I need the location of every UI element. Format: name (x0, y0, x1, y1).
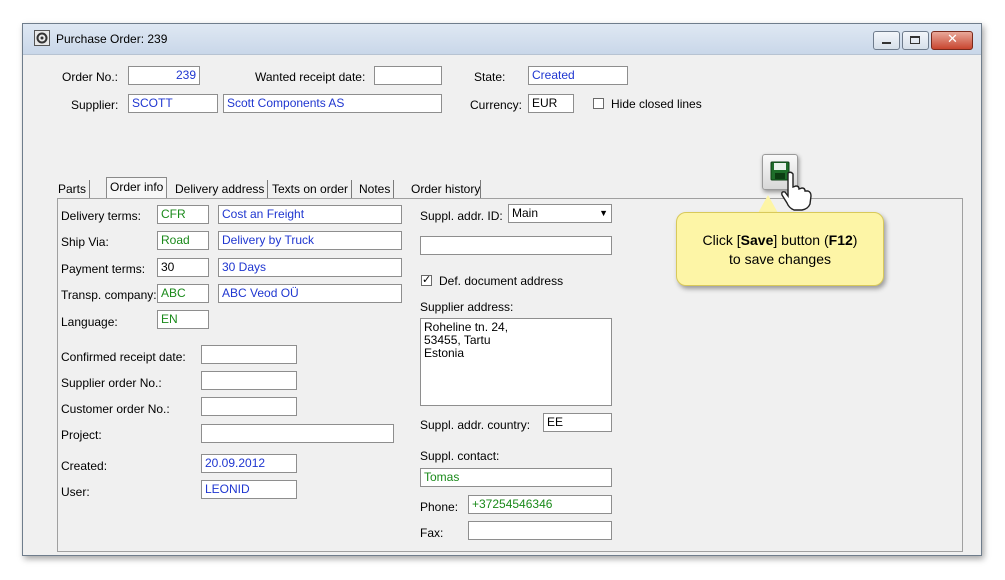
delivery-terms-field[interactable]: Cost an Freight (218, 205, 402, 224)
supplier-code-field[interactable]: SCOTT (128, 94, 218, 113)
supplier-name-field[interactable]: Scott Components AS (223, 94, 442, 113)
tab-notes[interactable]: Notes (356, 180, 395, 198)
wanted-date-field[interactable] (374, 66, 442, 85)
fax-label: Fax: (420, 526, 444, 540)
user-field[interactable]: LEONID (201, 480, 297, 499)
order-no-label: Order No.: (62, 70, 119, 84)
currency-label: Currency: (470, 98, 523, 112)
close-button[interactable]: ✕ (931, 31, 973, 50)
save-tooltip: Click [Save] button (F12) to save change… (676, 212, 884, 286)
payment-terms-code[interactable]: 30 (157, 258, 209, 277)
app-gear-icon (34, 30, 50, 46)
transp-company-code[interactable]: ABC (157, 284, 209, 303)
close-icon: ✕ (947, 32, 958, 47)
supplier-address-label: Supplier address: (420, 300, 514, 314)
form-body: Order No.: 239 Wanted receipt date: Stat… (27, 58, 975, 552)
project-label: Project: (61, 428, 102, 442)
suppl-addr-country-field[interactable]: EE (543, 413, 612, 432)
delivery-terms-label: Delivery terms: (61, 209, 142, 223)
address-line: Estonia (424, 346, 465, 360)
phone-label: Phone: (420, 500, 459, 514)
def-document-address-label: Def. document address (439, 274, 564, 288)
suppl-contact-field[interactable]: Tomas (420, 468, 612, 487)
state-label: State: (474, 70, 506, 84)
window-title: Purchase Order: 239 (56, 32, 168, 46)
hide-closed-label: Hide closed lines (611, 97, 702, 111)
confirmed-date-field[interactable] (201, 345, 297, 364)
tab-delivery-address[interactable]: Delivery address (172, 180, 269, 198)
hand-pointer-icon (781, 171, 812, 211)
tooltip-arrow (758, 195, 778, 213)
tab-order-history[interactable]: Order history (408, 180, 483, 198)
fax-field[interactable] (468, 521, 612, 540)
tab-parts[interactable]: Parts (55, 180, 91, 198)
transp-company-field[interactable]: ABC Veod OÜ (218, 284, 402, 303)
tab-texts-on-order[interactable]: Texts on order (269, 180, 353, 198)
currency-field[interactable]: EUR (528, 94, 574, 113)
supplier-label: Supplier: (71, 98, 119, 112)
ship-via-label: Ship Via: (61, 235, 109, 249)
supplier-order-field[interactable] (201, 371, 297, 390)
wanted-date-label: Wanted receipt date: (255, 70, 366, 84)
tooltip-line-1: Click [Save] button (F12) (702, 232, 858, 248)
transp-company-label: Transp. company: (61, 288, 157, 302)
payment-terms-label: Payment terms: (61, 262, 146, 276)
maximize-button[interactable] (902, 31, 929, 50)
project-field[interactable] (201, 424, 394, 443)
customer-order-label: Customer order No.: (61, 402, 170, 416)
confirmed-date-label: Confirmed receipt date: (61, 350, 186, 364)
suppl-contact-label: Suppl. contact: (420, 449, 500, 463)
suppl-addr-country-label: Suppl. addr. country: (420, 418, 531, 432)
order-no-field[interactable]: 239 (128, 66, 200, 85)
suppl-addr-id-label: Suppl. addr. ID: (420, 209, 503, 223)
minimize-button[interactable] (873, 31, 900, 50)
tooltip-line-2: to save changes (729, 251, 831, 267)
hide-closed-checkbox[interactable] (593, 98, 604, 109)
title-bar: Purchase Order: 239 ✕ (23, 24, 981, 55)
ship-via-field[interactable]: Delivery by Truck (218, 231, 402, 250)
tab-order-info[interactable]: Order info (106, 177, 168, 200)
language-field[interactable]: EN (157, 310, 209, 329)
def-document-address-checkbox[interactable]: ✓ (421, 273, 432, 286)
supplier-address-textarea[interactable]: Roheline tn. 24, 53455, Tartu Estonia (420, 318, 612, 406)
created-field[interactable]: 20.09.2012 (201, 454, 297, 473)
delivery-terms-code[interactable]: CFR (157, 205, 209, 224)
supplier-order-label: Supplier order No.: (61, 376, 162, 390)
user-label: User: (61, 485, 90, 499)
language-label: Language: (61, 315, 118, 329)
suppl-addr-id-value: Main (512, 206, 539, 220)
suppl-addr-extra-field[interactable] (420, 236, 612, 255)
customer-order-field[interactable] (201, 397, 297, 416)
state-field[interactable]: Created (528, 66, 628, 85)
ship-via-code[interactable]: Road (157, 231, 209, 250)
purchase-order-window: Purchase Order: 239 ✕ Order No.: 239 Wan… (22, 23, 982, 556)
tab-divider (480, 180, 481, 198)
checkmark-icon: ✓ (422, 273, 432, 286)
maximize-icon (910, 36, 920, 44)
phone-field[interactable]: +37254546346 (468, 495, 612, 514)
created-label: Created: (61, 459, 108, 473)
dropdown-arrow-icon[interactable]: ▼ (599, 205, 608, 222)
payment-terms-field[interactable]: 30 Days (218, 258, 402, 277)
suppl-addr-id-select[interactable]: Main ▼ (508, 204, 612, 223)
minimize-icon (882, 42, 891, 44)
